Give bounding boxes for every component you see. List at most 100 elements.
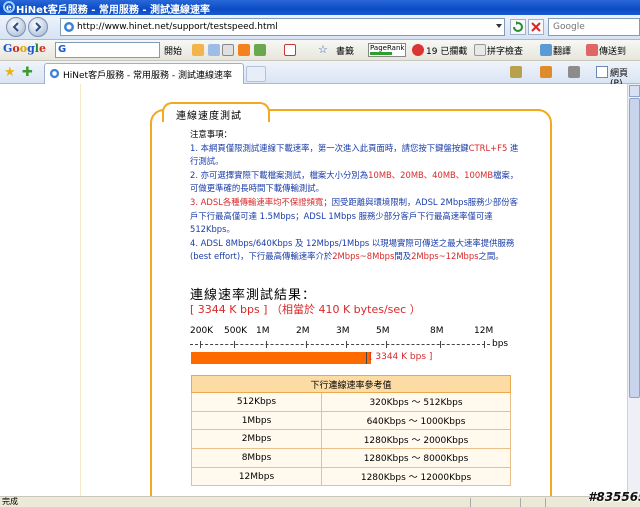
range-cell: 640Kbps ～ 1000Kbps bbox=[321, 410, 511, 431]
search-box[interactable] bbox=[548, 18, 640, 36]
pagerank-meter: PageRank bbox=[368, 43, 406, 57]
pagerank-label: PageRank bbox=[370, 44, 405, 52]
new-tab-button[interactable] bbox=[246, 66, 266, 82]
plan-cell: 12Mbps bbox=[191, 466, 322, 487]
scale-tick bbox=[266, 341, 267, 348]
stop-button[interactable] bbox=[528, 19, 544, 35]
add-favorites-icon[interactable]: ✚ bbox=[22, 65, 33, 80]
star-bookmark-icon[interactable]: ☆ bbox=[318, 44, 330, 56]
status-text: 完成 bbox=[2, 497, 18, 506]
plan-cell: 512Kbps bbox=[191, 392, 322, 412]
table-row: 12Mbps 1280Kbps ～ 12000Kbps bbox=[191, 466, 511, 487]
scale-tick bbox=[306, 341, 307, 348]
window-title: HiNet客戶服務 - 常用服務 - 測試連線速率 bbox=[16, 5, 210, 16]
translate-icon[interactable] bbox=[540, 44, 552, 56]
ie-logo-icon: e bbox=[3, 1, 15, 13]
window-title-bar: e HiNet客戶服務 - 常用服務 - 測試連線速率 bbox=[0, 0, 640, 16]
notes-title: 注意事項： bbox=[190, 129, 232, 139]
scale-tick bbox=[200, 341, 201, 348]
popup-blocker-icon[interactable] bbox=[412, 44, 424, 56]
spellcheck-button[interactable]: 拼字檢查 bbox=[487, 44, 523, 57]
search-input[interactable] bbox=[549, 19, 639, 35]
home-icon[interactable] bbox=[510, 66, 522, 78]
plan-cell: 2Mbps bbox=[191, 429, 322, 450]
tab-label: HiNet客戶服務 - 常用服務 - 測試連線速率 bbox=[63, 71, 233, 81]
vertical-scrollbar[interactable] bbox=[627, 84, 640, 496]
print-icon[interactable] bbox=[568, 66, 580, 78]
tab-current[interactable]: HiNet客戶服務 - 常用服務 - 測試連線速率 bbox=[44, 63, 244, 84]
scale-tick bbox=[484, 341, 485, 348]
panel-heading: 連線速度測試 bbox=[176, 111, 242, 122]
scale-ruler bbox=[190, 344, 490, 345]
scale-tick bbox=[386, 341, 387, 348]
google-search-input[interactable]: G bbox=[55, 42, 160, 58]
range-cell: 1280Kbps ～ 2000Kbps bbox=[321, 429, 511, 450]
range-cell: 320Kbps ～ 512Kbps bbox=[321, 392, 511, 412]
page-icon bbox=[64, 22, 74, 32]
scale-tick-label: 1M bbox=[256, 326, 270, 336]
status-bar: 完成 bbox=[0, 496, 640, 507]
note-4: 4. ADSL 8Mbps/640Kbps 及 12Mbps/1Mbps 以現場… bbox=[190, 237, 515, 262]
bookmarks-menu[interactable]: 書籤 bbox=[336, 44, 354, 57]
news-icon[interactable] bbox=[222, 44, 234, 56]
scale-tick bbox=[346, 341, 347, 348]
forward-button[interactable] bbox=[28, 17, 48, 37]
status-divider bbox=[545, 498, 546, 507]
spellcheck-icon[interactable] bbox=[474, 44, 486, 56]
url-input[interactable] bbox=[77, 20, 487, 34]
back-arrow-icon bbox=[12, 22, 19, 32]
scroll-thumb[interactable] bbox=[629, 98, 640, 398]
gadgets-icon[interactable] bbox=[254, 44, 266, 56]
reference-table: 下行連線速率參考值 512Kbps 320Kbps ～ 512Kbps 1Mbps 6… bbox=[191, 375, 511, 487]
tab-favicon-icon bbox=[49, 68, 60, 79]
address-field[interactable] bbox=[60, 18, 505, 36]
panel-heading-tab: 連線速度測試 bbox=[162, 102, 270, 122]
google-toolbar: Google G 開始 ☆ 書籤 PageRank 19 已攔截 拼字檢查 翻譯… bbox=[0, 40, 640, 61]
refresh-button[interactable] bbox=[510, 19, 526, 35]
plan-cell: 8Mbps bbox=[191, 448, 322, 468]
tab-bar: ★ ✚ HiNet客戶服務 - 常用服務 - 測試連線速率 網頁(P) bbox=[0, 61, 640, 89]
scale-tick-label: 500K bbox=[224, 326, 248, 336]
note-1: 1. 本網頁僅限測試連線下載速率，第一次進入此頁面時，請您按下鍵盤按鍵CTRL+… bbox=[190, 142, 519, 167]
svg-text:e: e bbox=[6, 4, 12, 14]
image-search-icon[interactable] bbox=[208, 44, 220, 56]
google-logo[interactable]: Google bbox=[3, 42, 46, 55]
table-row: 512Kbps 320Kbps ～ 512Kbps bbox=[191, 392, 511, 412]
note-3: 3. ADSL各種傳輸速率均不保證頻寬；因受距離與環境限制，ADSL 2Mbps… bbox=[190, 196, 519, 235]
note-2: 2. 亦可選擇實際下載檔案測試，檔案大小分別為10MB、20MB、40MB、10… bbox=[190, 169, 519, 194]
speed-bar bbox=[191, 352, 371, 364]
address-toolbar bbox=[0, 15, 640, 40]
send-to-icon[interactable] bbox=[586, 44, 598, 56]
result-value: [ 3344 K bps ] （相當於 410 K bytes/sec ） bbox=[190, 303, 421, 316]
start-button[interactable]: 開始 bbox=[164, 44, 182, 57]
status-divider bbox=[470, 498, 471, 507]
scale-tick-label: 5M bbox=[376, 326, 390, 336]
table-row: 1Mbps 640Kbps ～ 1000Kbps bbox=[191, 410, 511, 431]
scale-tick-label: 2M bbox=[296, 326, 310, 336]
pagerank-bar bbox=[370, 52, 392, 55]
stop-icon bbox=[531, 22, 541, 32]
address-dropdown-icon[interactable] bbox=[496, 24, 502, 28]
range-cell: 1280Kbps ～ 12000Kbps bbox=[321, 466, 511, 487]
scroll-up-button[interactable] bbox=[629, 85, 640, 97]
reference-table-header: 下行連線速率參考值 bbox=[191, 375, 511, 393]
scale-tick bbox=[234, 341, 235, 348]
popup-blocked-count[interactable]: 19 已攔截 bbox=[426, 44, 467, 57]
scale-tick-label: 12M bbox=[474, 326, 494, 336]
search-icon[interactable] bbox=[192, 44, 204, 56]
translate-button[interactable]: 翻譯 bbox=[553, 44, 571, 57]
scale-tick bbox=[440, 341, 441, 348]
page-menu-icon[interactable] bbox=[596, 66, 608, 78]
gmail-icon[interactable] bbox=[284, 44, 296, 56]
feeds-icon[interactable] bbox=[540, 66, 552, 78]
scale-tick-label: 200K bbox=[190, 326, 214, 336]
favorites-star-icon[interactable]: ★ bbox=[4, 65, 16, 80]
forward-arrow-icon bbox=[35, 22, 42, 32]
table-row: 2Mbps 1280Kbps ～ 2000Kbps bbox=[191, 429, 511, 450]
status-divider bbox=[520, 498, 521, 507]
notes-section: 注意事項： 1. 本網頁僅限測試連線下載速率，第一次進入此頁面時，請您按下鍵盤按… bbox=[190, 128, 520, 264]
blogger-icon[interactable] bbox=[238, 44, 250, 56]
back-button[interactable] bbox=[6, 17, 26, 37]
send-to-button[interactable]: 傳送到 bbox=[599, 44, 626, 57]
table-row: 8Mbps 1280Kbps ～ 8000Kbps bbox=[191, 448, 511, 468]
